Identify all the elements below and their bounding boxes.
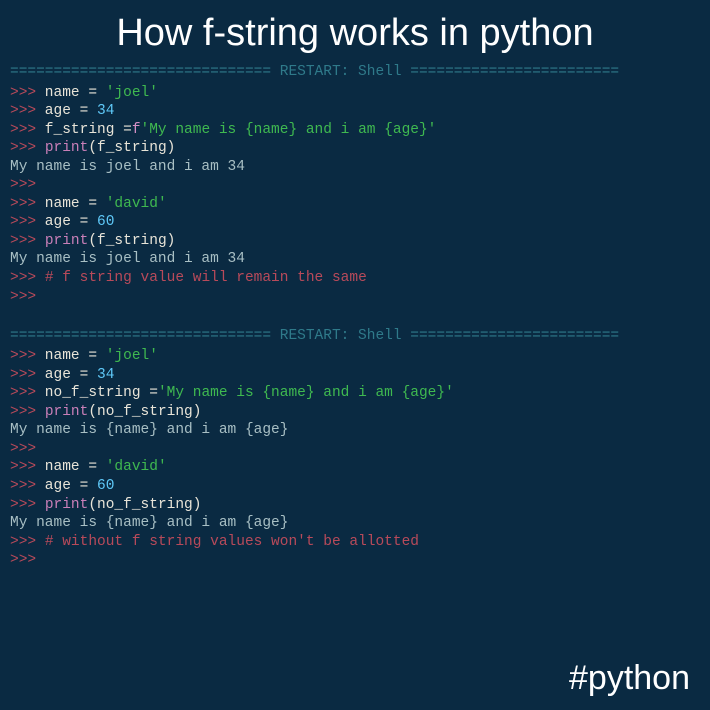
code-line: >>> age = 34 [10,102,700,121]
code-line: >>> print(no_f_string) [10,496,700,515]
code-line: >>> age = 60 [10,213,700,232]
code-line: >>> # without f string values won't be a… [10,533,700,552]
code-line: >>> [10,440,700,459]
output-line: My name is joel and i am 34 [10,250,700,269]
output-line: My name is {name} and i am {age} [10,514,700,533]
code-line: >>> print(no_f_string) [10,403,700,422]
code-line: >>> [10,176,700,195]
code-line: >>> age = 60 [10,477,700,496]
code-line: >>> print(f_string) [10,232,700,251]
code-block-1: ============================== RESTART: … [0,63,710,570]
code-line: >>> name = 'david' [10,195,700,214]
code-line: >>> name = 'joel' [10,347,700,366]
code-line: >>> name = 'joel' [10,84,700,103]
output-line: My name is {name} and i am {age} [10,421,700,440]
restart-divider: ============================== RESTART: … [10,327,700,346]
code-line: >>> [10,288,700,307]
code-line: >>> # f string value will remain the sam… [10,269,700,288]
code-line: >>> name = 'david' [10,458,700,477]
code-line: >>> f_string =f'My name is {name} and i … [10,121,700,140]
code-line: >>> no_f_string ='My name is {name} and … [10,384,700,403]
output-line: My name is joel and i am 34 [10,158,700,177]
blank-line [10,306,700,325]
page-title: How f-string works in python [0,0,710,61]
restart-divider: ============================== RESTART: … [10,63,700,82]
code-line: >>> [10,551,700,570]
hashtag-label: #python [569,659,690,698]
code-line: >>> print(f_string) [10,139,700,158]
code-line: >>> age = 34 [10,366,700,385]
